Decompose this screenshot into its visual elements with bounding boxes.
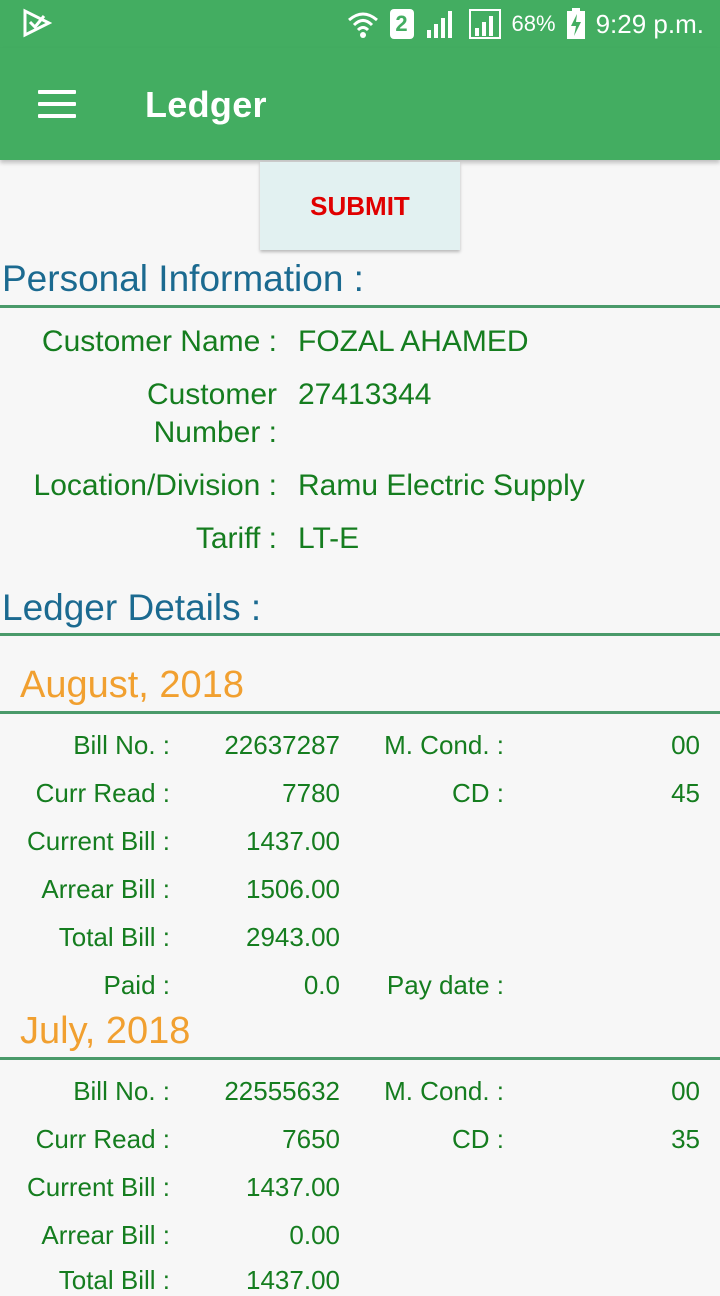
signal-strength-icon	[426, 11, 452, 38]
divider	[0, 711, 720, 714]
paid-label: Paid :	[103, 970, 171, 1000]
ledger-details-heading: Ledger Details :	[2, 587, 262, 628]
total-bill-value: 2943.00	[246, 922, 340, 952]
location-label: Location/Division :	[33, 469, 277, 502]
m-cond-value: 00	[671, 1076, 700, 1106]
cd-value: 35	[671, 1124, 700, 1154]
divider	[0, 1057, 720, 1060]
tariff-value: LT-E	[298, 522, 360, 555]
bill-no-label: Bill No. :	[73, 1076, 170, 1106]
customer-number-label-line2: Number :	[153, 416, 277, 449]
sim-slot-badge: 2	[389, 9, 414, 39]
tariff-label: Tariff :	[195, 522, 277, 555]
location-value: Ramu Electric Supply	[298, 469, 585, 502]
arrear-bill-value: 0.00	[289, 1220, 340, 1250]
m-cond-label: M. Cond. :	[384, 1076, 504, 1106]
arrear-bill-label: Arrear Bill :	[41, 1220, 170, 1250]
battery-percent: 68%	[511, 11, 556, 36]
battery-charging-icon	[566, 8, 585, 39]
clock: 9:29 p.m.	[595, 8, 704, 39]
total-bill-label: Total Bill :	[58, 922, 170, 952]
current-bill-label: Current Bill :	[26, 826, 170, 856]
app-notification-icon	[23, 8, 52, 38]
customer-name-value: FOZAL AHAMED	[298, 325, 529, 358]
pay-date-label: Pay date :	[386, 970, 504, 1000]
bill-no-value: 22637287	[224, 730, 340, 760]
m-cond-label: M. Cond. :	[384, 730, 504, 760]
m-cond-value: 00	[671, 730, 700, 760]
bill-no-label: Bill No. :	[73, 730, 170, 760]
arrear-bill-value: 1506.00	[246, 874, 340, 904]
curr-read-value: 7650	[282, 1124, 340, 1154]
bill-no-value: 22555632	[224, 1076, 340, 1106]
current-bill-value: 1437.00	[246, 1172, 340, 1202]
current-bill-label: Current Bill :	[26, 1172, 170, 1202]
paid-value: 0.0	[303, 970, 340, 1000]
personal-info-heading: Personal Information :	[2, 258, 364, 299]
current-bill-value: 1437.00	[246, 826, 340, 856]
cd-value: 45	[671, 778, 700, 808]
signal-strength-icon-2	[468, 9, 501, 39]
curr-read-value: 7780	[282, 778, 340, 808]
divider	[0, 305, 720, 308]
customer-number-value: 27413344	[298, 378, 432, 411]
arrear-bill-label: Arrear Bill :	[41, 874, 170, 904]
customer-name-label: Customer Name :	[41, 325, 277, 358]
cd-label: CD :	[452, 778, 504, 808]
month-heading: August, 2018	[20, 664, 244, 706]
status-bar: 2 68% 9:29 p.m.	[0, 0, 720, 48]
total-bill-value: 1437.00	[246, 1265, 340, 1295]
hamburger-menu-icon[interactable]	[38, 90, 76, 118]
total-bill-label: Total Bill :	[58, 1265, 170, 1295]
wifi-icon	[347, 12, 378, 38]
cd-label: CD :	[452, 1124, 504, 1154]
page-title: Ledger	[145, 84, 267, 125]
month-heading: July, 2018	[20, 1010, 191, 1052]
curr-read-label: Curr Read :	[35, 778, 170, 808]
curr-read-label: Curr Read :	[35, 1124, 170, 1154]
customer-number-label-line1: Customer	[146, 378, 277, 411]
app-bar: Ledger	[0, 48, 720, 160]
divider	[0, 633, 720, 636]
submit-button[interactable]: SUBMIT	[260, 162, 460, 250]
